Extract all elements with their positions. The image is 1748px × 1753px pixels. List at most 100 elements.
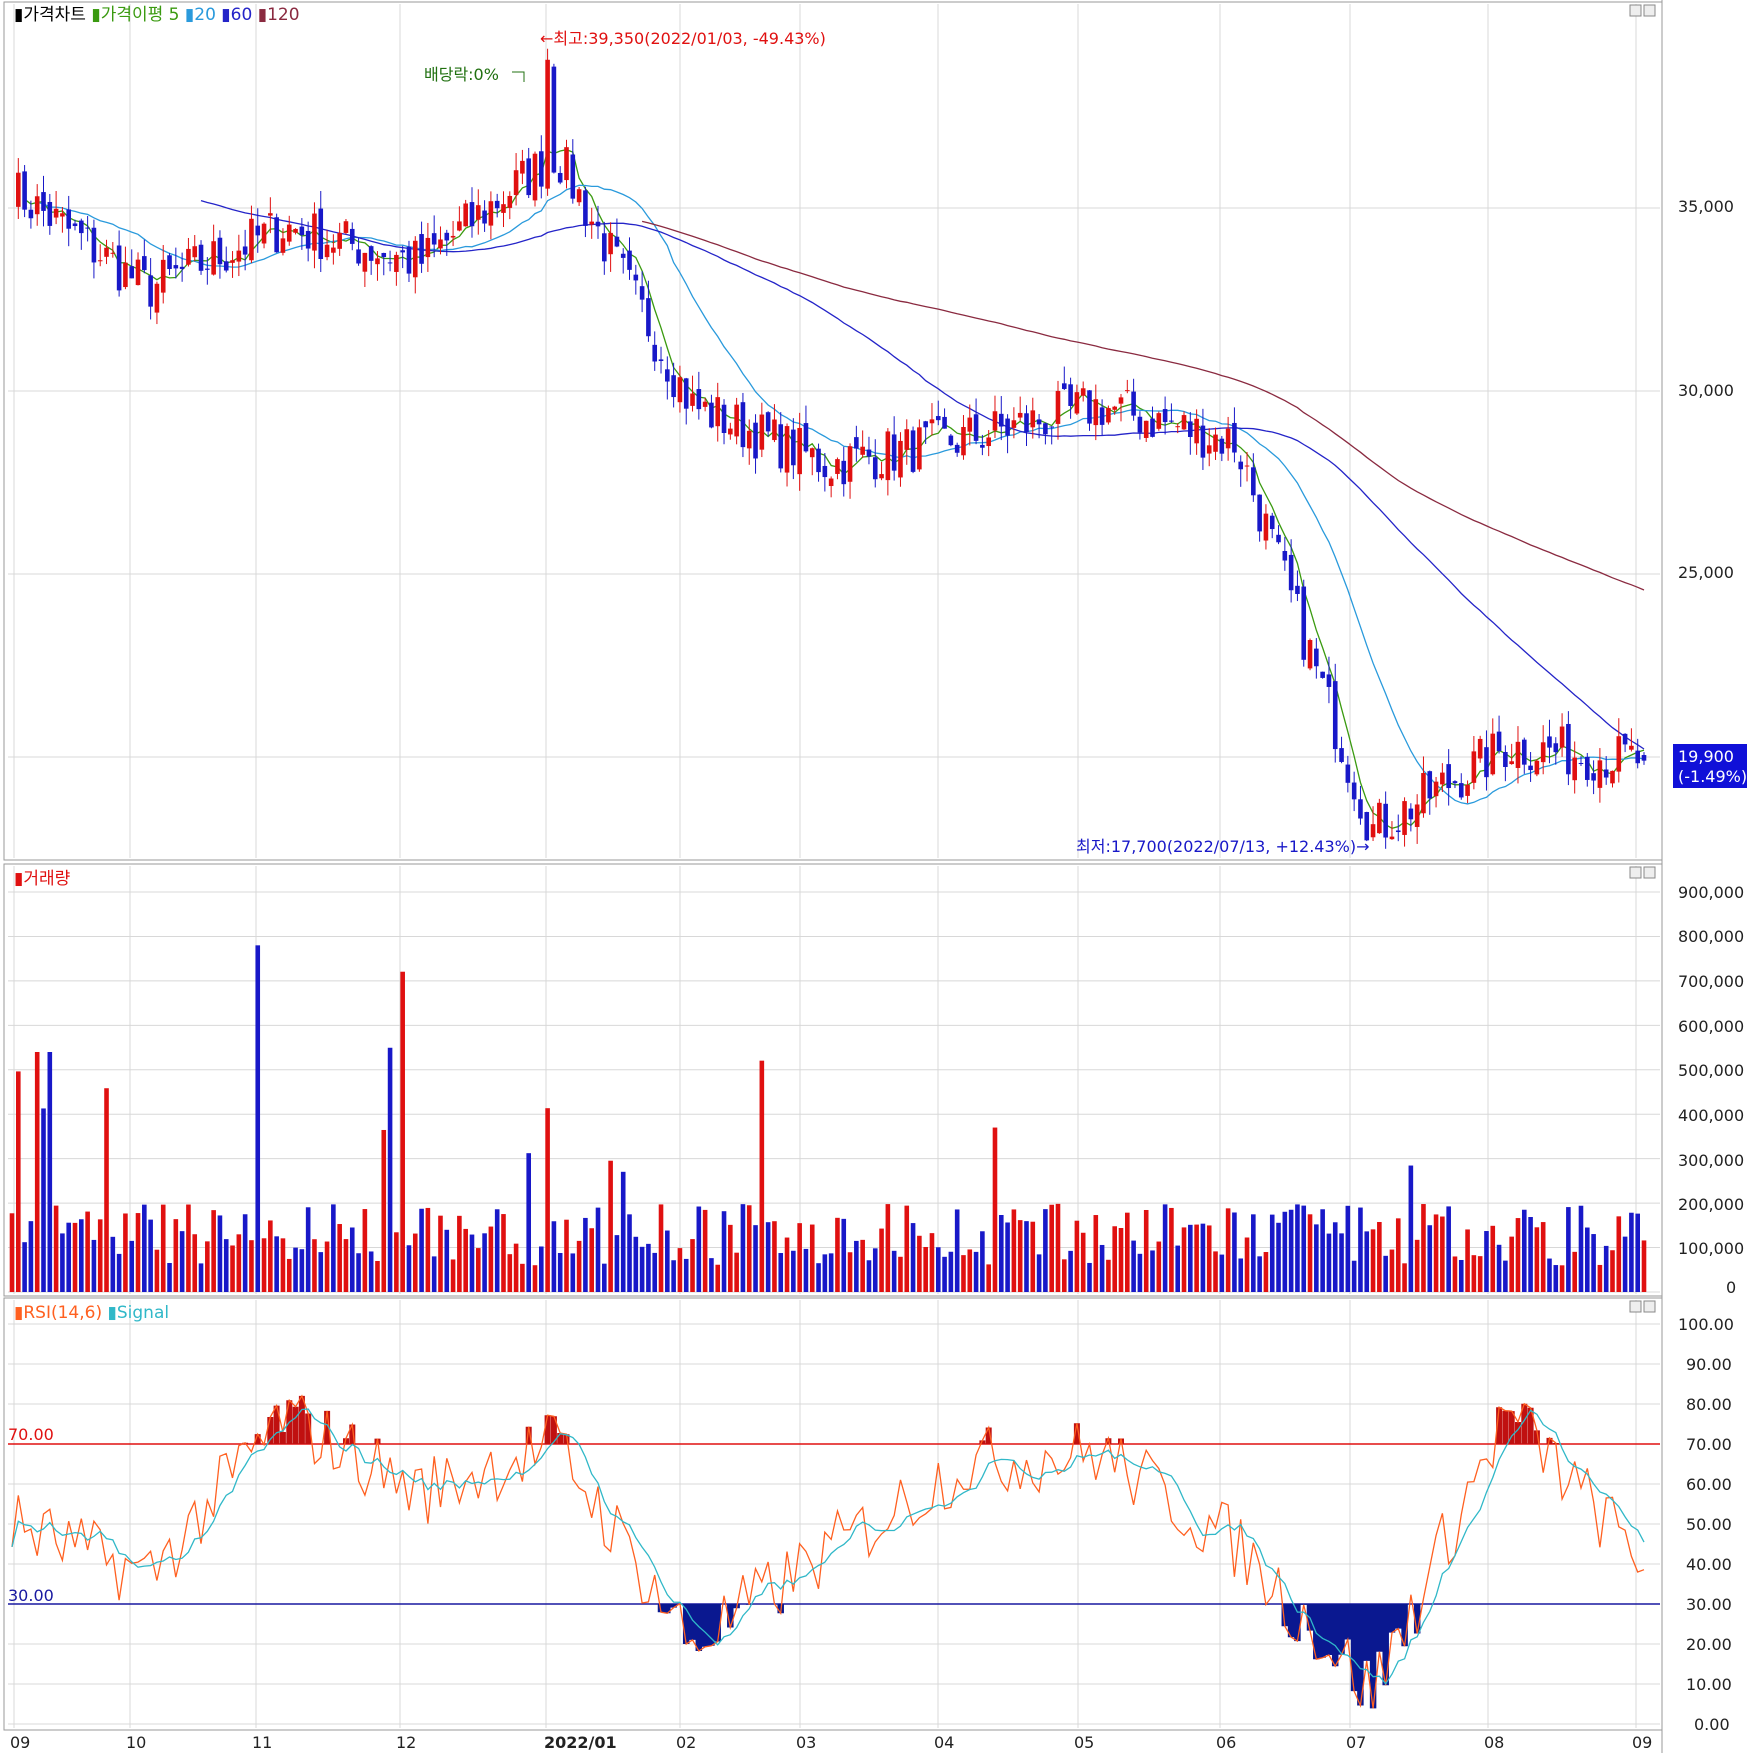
close-icon[interactable] bbox=[1643, 4, 1656, 17]
rsi-ytick: 90.00 bbox=[1686, 1355, 1732, 1374]
candle-down bbox=[891, 434, 897, 471]
candle-up bbox=[1515, 741, 1521, 768]
candle-down bbox=[1024, 413, 1029, 432]
candle-down bbox=[1446, 764, 1451, 789]
candle-down bbox=[179, 266, 185, 269]
candle-down bbox=[1068, 384, 1073, 406]
volume-bar bbox=[872, 1248, 878, 1292]
candle-up bbox=[734, 404, 739, 437]
candle-down bbox=[1150, 418, 1155, 437]
candle-down bbox=[1383, 803, 1388, 838]
volume-bar bbox=[274, 1236, 279, 1292]
volume-bar bbox=[1200, 1223, 1206, 1292]
rsi-ytick: 50.00 bbox=[1686, 1515, 1732, 1534]
volume-ytick: 700,000 bbox=[1678, 972, 1744, 991]
volume-bar bbox=[299, 1249, 305, 1292]
candle-down bbox=[1043, 423, 1048, 435]
candle-down bbox=[1339, 748, 1344, 762]
minimize-icon[interactable] bbox=[1629, 1300, 1642, 1313]
volume-bar bbox=[1061, 1259, 1067, 1292]
volume-bar bbox=[1282, 1211, 1288, 1292]
candle-up bbox=[690, 393, 695, 406]
volume-bar bbox=[797, 1223, 802, 1292]
minimize-icon[interactable] bbox=[1629, 866, 1642, 879]
candle-down bbox=[854, 437, 859, 449]
candle-down bbox=[299, 226, 305, 236]
close-icon[interactable] bbox=[1643, 866, 1656, 879]
current-price: 19,900 bbox=[1678, 747, 1734, 766]
volume-bar bbox=[639, 1246, 645, 1292]
volume-bar bbox=[1603, 1245, 1609, 1292]
candle-up bbox=[186, 248, 191, 265]
candle-down bbox=[570, 154, 576, 199]
candle-down bbox=[602, 233, 607, 262]
candle-up bbox=[1440, 772, 1445, 785]
candle-down bbox=[696, 389, 702, 410]
candle-down bbox=[368, 246, 374, 261]
volume-bar bbox=[362, 1209, 368, 1292]
candle-up bbox=[1080, 388, 1086, 396]
candle-down bbox=[431, 233, 437, 245]
volume-bar bbox=[211, 1210, 216, 1292]
candle-up bbox=[589, 221, 595, 225]
candle-up bbox=[1421, 773, 1426, 814]
close-icon[interactable] bbox=[1643, 1300, 1656, 1313]
candle-down bbox=[639, 286, 645, 300]
candle-down bbox=[1301, 586, 1307, 660]
volume-bar bbox=[356, 1253, 361, 1292]
volume-bar bbox=[1030, 1221, 1036, 1292]
candle-up bbox=[211, 241, 216, 275]
volume-bar bbox=[123, 1213, 128, 1292]
volume-bar bbox=[746, 1205, 752, 1292]
volume-bar bbox=[16, 1071, 21, 1292]
minimize-icon[interactable] bbox=[1629, 4, 1642, 17]
volume-bar bbox=[110, 1236, 116, 1292]
candle-down bbox=[866, 449, 872, 457]
candle-up bbox=[967, 417, 973, 432]
candle-down bbox=[557, 172, 563, 183]
volume-bar bbox=[1244, 1237, 1250, 1292]
candle-down bbox=[205, 268, 210, 270]
volume-bar bbox=[305, 1207, 311, 1292]
volume-bar bbox=[1515, 1218, 1521, 1292]
candle-up bbox=[450, 235, 456, 238]
candle-down bbox=[1200, 425, 1206, 458]
volume-ytick: 600,000 bbox=[1678, 1017, 1744, 1036]
volume-bar bbox=[349, 1227, 355, 1292]
volume-bar bbox=[1458, 1259, 1464, 1292]
rsi-ytick: 100.00 bbox=[1678, 1315, 1734, 1334]
volume-bar bbox=[1528, 1217, 1533, 1292]
candle-down bbox=[709, 402, 714, 428]
candle-up bbox=[337, 232, 342, 249]
candle-up bbox=[34, 196, 40, 215]
candle-up bbox=[123, 262, 128, 288]
candle-down bbox=[822, 465, 828, 478]
volume-bar bbox=[97, 1219, 103, 1292]
candle-down bbox=[942, 416, 947, 429]
volume-bar bbox=[1093, 1215, 1099, 1292]
candle-down bbox=[1087, 390, 1092, 424]
candle-down bbox=[349, 228, 355, 244]
volume-bar bbox=[1112, 1226, 1118, 1292]
candle-down bbox=[387, 262, 393, 264]
candle-down bbox=[1578, 762, 1584, 764]
volume-bar bbox=[545, 1108, 550, 1292]
candle-up bbox=[1112, 406, 1118, 410]
volume-bar bbox=[394, 1232, 399, 1292]
candle-up bbox=[135, 259, 141, 286]
candle-up bbox=[677, 377, 683, 403]
candle-up bbox=[1106, 408, 1111, 423]
volume-bar bbox=[1106, 1259, 1111, 1292]
volume-bar bbox=[1162, 1204, 1168, 1292]
volume-bar bbox=[173, 1219, 179, 1292]
candle-up bbox=[879, 474, 884, 479]
candle-up bbox=[759, 414, 765, 450]
volume-bar bbox=[709, 1258, 714, 1292]
volume-bar bbox=[1635, 1213, 1640, 1292]
candle-down bbox=[627, 250, 632, 270]
volume-bar bbox=[1597, 1264, 1603, 1292]
volume-bar bbox=[904, 1205, 910, 1292]
candle-down bbox=[255, 225, 261, 236]
candle-down bbox=[66, 209, 72, 229]
volume-ytick: 0 bbox=[1726, 1278, 1736, 1297]
